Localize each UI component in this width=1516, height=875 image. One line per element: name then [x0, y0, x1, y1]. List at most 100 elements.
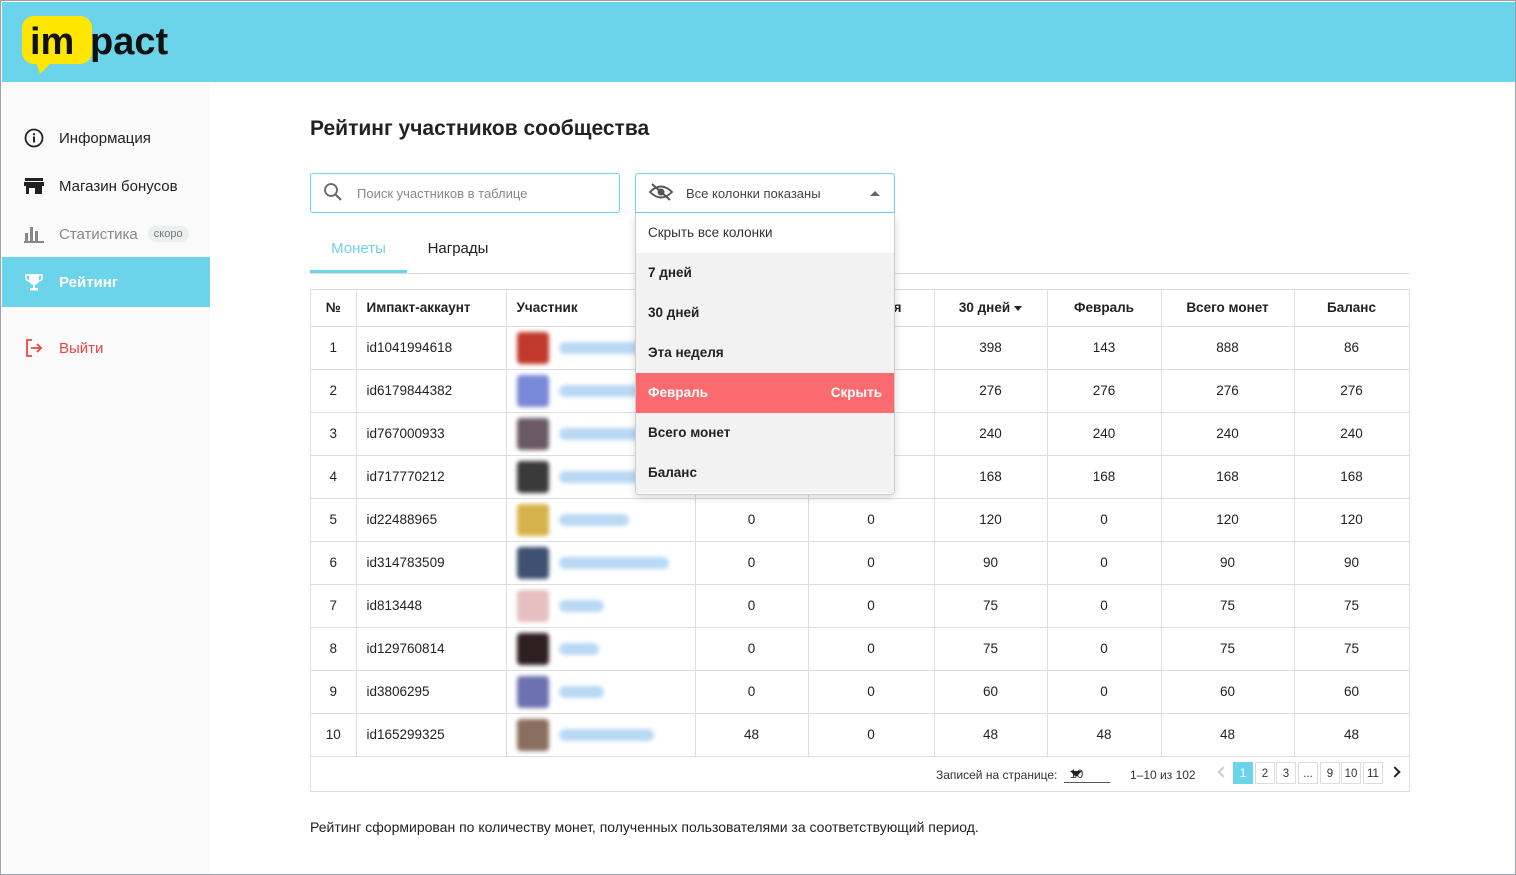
cell-total: 75 [1161, 627, 1295, 671]
hide-all-columns-item[interactable]: Скрыть все колонки [636, 213, 894, 253]
avatar[interactable] [516, 503, 549, 536]
sort-desc-icon[interactable] [1014, 306, 1023, 312]
col-header-30days[interactable]: 30 дней [934, 290, 1048, 327]
avatar[interactable] [516, 417, 549, 450]
cell-member[interactable] [506, 670, 696, 714]
column-option-balance[interactable]: Баланс [636, 453, 894, 493]
search-input[interactable] [357, 185, 597, 201]
logout-button[interactable]: Выйти [2, 323, 210, 373]
cell-february: 276 [1047, 369, 1162, 413]
column-option-30days[interactable]: 30 дней [636, 293, 894, 333]
page-title: Рейтинг участников сообщества [310, 117, 650, 140]
cell-balance: 90 [1294, 541, 1410, 585]
member-name-link[interactable] [558, 384, 639, 397]
search-box[interactable] [310, 173, 620, 213]
sidebar-item-rating[interactable]: Рейтинг [2, 257, 210, 307]
cell-member[interactable] [506, 541, 696, 585]
cell-total: 75 [1161, 584, 1295, 628]
sidebar-item-statistics[interactable]: Статистика скоро [2, 209, 210, 259]
table-row[interactable]: 7 id813448 0 0 75 0 75 75 [311, 584, 1410, 628]
page-ellipsis: ... [1298, 762, 1318, 784]
avatar[interactable] [516, 718, 549, 751]
avatar[interactable] [516, 331, 549, 364]
member-name-link[interactable] [558, 556, 669, 569]
cell-member[interactable] [506, 713, 696, 757]
cell-account-id: id3806295 [356, 670, 507, 714]
pagination: Записей на странице: 10 1–10 из 102 1 2 … [311, 756, 1409, 792]
page-button[interactable]: 1 [1233, 762, 1253, 784]
rows-per-page-label: Записей на странице: [936, 768, 1058, 782]
column-visibility-select[interactable]: Все колонки показаны [635, 173, 895, 213]
cell-balance: 168 [1294, 455, 1410, 499]
page-button[interactable]: 9 [1320, 762, 1340, 784]
cell-february: 168 [1047, 455, 1162, 499]
cell-number: 1 [311, 326, 357, 370]
cell-total: 888 [1161, 326, 1295, 370]
logo-text-pact: pact [90, 21, 168, 63]
footnote: Рейтинг сформирован по количеству монет,… [310, 819, 979, 835]
cell-30days: 48 [934, 713, 1048, 757]
prev-page-icon[interactable] [1217, 766, 1229, 778]
rows-per-page-select[interactable]: 10 [1064, 761, 1110, 783]
member-name-link[interactable] [558, 642, 599, 655]
sidebar-item-label: Магазин бонусов [59, 177, 178, 195]
cell-number: 5 [311, 498, 357, 542]
sidebar-item-store[interactable]: Магазин бонусов [2, 161, 210, 211]
col-header-february[interactable]: Февраль [1047, 290, 1162, 327]
member-name-link[interactable] [558, 599, 604, 612]
column-option-7days[interactable]: 7 дней [636, 253, 894, 293]
cell-this-week: 0 [808, 713, 935, 757]
table-row[interactable]: 5 id22488965 0 0 120 0 120 120 [311, 498, 1410, 542]
table-row[interactable]: 6 id314783509 0 0 90 0 90 90 [311, 541, 1410, 585]
tab-rewards[interactable]: Награды [407, 229, 509, 273]
avatar[interactable] [516, 675, 549, 708]
next-page-icon[interactable] [1389, 766, 1401, 778]
page-button[interactable]: 3 [1276, 762, 1296, 784]
avatar[interactable] [516, 374, 549, 407]
store-icon [23, 175, 45, 197]
sidebar-item-info[interactable]: Информация [2, 113, 210, 163]
col-header-balance[interactable]: Баланс [1294, 290, 1410, 327]
page-button[interactable]: 2 [1255, 762, 1275, 784]
cell-february: 0 [1047, 498, 1162, 542]
table-row[interactable]: 8 id129760814 0 0 75 0 75 75 [311, 627, 1410, 671]
column-visibility-dropdown: Скрыть все колонки 7 дней 30 дней Эта не… [635, 213, 895, 495]
col-header-total[interactable]: Всего монет [1161, 290, 1295, 327]
hide-column-button[interactable]: Скрыть [831, 373, 882, 413]
impact-logo[interactable]: im pact [22, 12, 192, 76]
table-row[interactable]: 9 id3806295 0 0 60 0 60 60 [311, 670, 1410, 714]
avatar[interactable] [516, 460, 549, 493]
member-name-link[interactable] [558, 728, 654, 741]
cell-account-id: id767000933 [356, 412, 507, 456]
cell-balance: 48 [1294, 713, 1410, 757]
cell-number: 6 [311, 541, 357, 585]
cell-account-id: id314783509 [356, 541, 507, 585]
member-name-link[interactable] [558, 685, 604, 698]
cell-7days: 0 [695, 498, 809, 542]
cell-balance: 75 [1294, 627, 1410, 671]
logout-icon [23, 337, 45, 359]
page-button[interactable]: 11 [1363, 762, 1383, 784]
col-header-number[interactable]: № [311, 290, 357, 327]
member-name-link[interactable] [558, 513, 629, 526]
tab-coins[interactable]: Монеты [310, 229, 407, 273]
cell-7days: 0 [695, 670, 809, 714]
soon-badge: скоро [147, 226, 189, 242]
avatar[interactable] [516, 546, 549, 579]
cell-member[interactable] [506, 498, 696, 542]
cell-member[interactable] [506, 627, 696, 671]
top-bar: im pact [2, 2, 1515, 82]
page-button[interactable]: 10 [1341, 762, 1361, 784]
column-option-total[interactable]: Всего монет [636, 413, 894, 453]
cell-member[interactable] [506, 584, 696, 628]
column-option-february[interactable]: Февраль Скрыть [636, 373, 894, 413]
table-row[interactable]: 10 id165299325 48 0 48 48 48 48 [311, 713, 1410, 757]
cell-balance: 120 [1294, 498, 1410, 542]
cell-february: 143 [1047, 326, 1162, 370]
cell-total: 276 [1161, 369, 1295, 413]
cell-number: 2 [311, 369, 357, 413]
col-header-account[interactable]: Импакт-аккаунт [356, 290, 507, 327]
avatar[interactable] [516, 632, 549, 665]
column-option-this-week[interactable]: Эта неделя [636, 333, 894, 373]
avatar[interactable] [516, 589, 549, 622]
